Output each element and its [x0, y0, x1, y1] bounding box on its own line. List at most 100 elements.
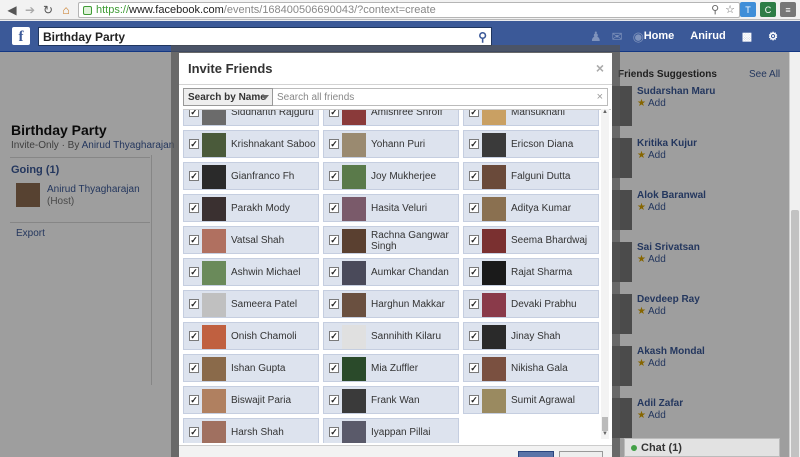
friend-item[interactable]: ✓ Mansukhani	[463, 110, 599, 126]
friend-item[interactable]: ✓ Falguni Dutta	[463, 162, 599, 190]
close-icon[interactable]: ×	[596, 60, 604, 76]
friend-checkbox[interactable]: ✓	[329, 267, 339, 277]
friend-checkbox[interactable]: ✓	[469, 110, 479, 117]
friend-item[interactable]: ✓ Ishan Gupta	[183, 354, 319, 382]
address-bar[interactable]: https:// www.facebook.com /events/168400…	[78, 2, 740, 18]
friend-item[interactable]: ✓ Siddhanth Rajguru	[183, 110, 319, 126]
friend-checkbox[interactable]: ✓	[469, 139, 479, 149]
friend-item[interactable]: ✓ Sumit Agrawal	[463, 386, 599, 414]
friend-checkbox[interactable]: ✓	[469, 203, 479, 213]
friend-item[interactable]: ✓ Sameera Patel	[183, 290, 319, 318]
friend-requests-icon[interactable]: ♟	[590, 29, 602, 45]
friend-name: Sameera Patel	[231, 299, 298, 310]
lock-icon	[83, 5, 92, 15]
friend-checkbox[interactable]: ✓	[189, 203, 199, 213]
notifications-icon[interactable]: ◉	[633, 29, 644, 45]
friend-item[interactable]: ✓ Vatsal Shah	[183, 226, 319, 254]
friend-item[interactable]: ✓ Parakh Mody	[183, 194, 319, 222]
friend-checkbox[interactable]: ✓	[469, 331, 479, 341]
nav-profile[interactable]: Anirud	[690, 30, 725, 43]
friend-item[interactable]: ✓ Mia Zuffler	[323, 354, 459, 382]
friend-checkbox[interactable]: ✓	[329, 110, 339, 117]
menu-icon[interactable]: ≡	[780, 2, 796, 17]
friend-checkbox[interactable]: ✓	[469, 235, 479, 245]
friend-checkbox[interactable]: ✓	[469, 267, 479, 277]
friend-checkbox[interactable]: ✓	[189, 427, 199, 437]
friend-checkbox[interactable]: ✓	[189, 363, 199, 373]
friend-item[interactable]: ✓ Sannihith Kilaru	[323, 322, 459, 350]
friend-item[interactable]: ✓ Rachna Gangwar Singh	[323, 226, 459, 254]
friend-checkbox[interactable]: ✓	[469, 299, 479, 309]
page-scrollbar[interactable]	[789, 52, 800, 457]
messages-icon[interactable]: ✉	[612, 29, 623, 45]
friend-checkbox[interactable]: ✓	[329, 203, 339, 213]
friend-checkbox[interactable]: ✓	[329, 363, 339, 373]
friend-item[interactable]: ✓ Rajat Sharma	[463, 258, 599, 286]
bookmark-star-icon[interactable]: ☆	[725, 3, 735, 16]
forward-icon[interactable]: ➔	[21, 1, 39, 19]
cancel-button[interactable]	[559, 451, 603, 457]
friend-item[interactable]: ✓ Yohann Puri	[323, 130, 459, 158]
friend-item[interactable]: ✓ Frank Wan	[323, 386, 459, 414]
scrollbar-thumb[interactable]	[602, 417, 608, 431]
clear-icon[interactable]: ×	[597, 91, 603, 103]
scrollbar-thumb[interactable]	[791, 210, 799, 457]
friend-checkbox[interactable]: ✓	[189, 331, 199, 341]
save-button[interactable]	[518, 451, 554, 457]
friend-checkbox[interactable]: ✓	[329, 427, 339, 437]
friend-checkbox[interactable]: ✓	[329, 171, 339, 181]
friend-checkbox[interactable]: ✓	[189, 171, 199, 181]
friend-checkbox[interactable]: ✓	[329, 235, 339, 245]
privacy-icon[interactable]: ▩	[742, 30, 752, 43]
friend-item[interactable]: ✓ Biswajit Paria	[183, 386, 319, 414]
friends-scrollbar[interactable]: ▲ ▼	[601, 109, 609, 439]
friend-item[interactable]: ✓ Seema Bhardwaj	[463, 226, 599, 254]
extension-icon[interactable]: C	[760, 2, 776, 17]
friend-search-input[interactable]: Search all friends ×	[273, 88, 608, 106]
scroll-up-icon[interactable]: ▲	[601, 109, 609, 117]
friend-checkbox[interactable]: ✓	[329, 139, 339, 149]
friend-item[interactable]: ✓ Devaki Prabhu	[463, 290, 599, 318]
friend-item[interactable]: ✓ Iyappan Pillai	[323, 418, 459, 443]
friend-item[interactable]: ✓ Hasita Veluri	[323, 194, 459, 222]
friend-checkbox[interactable]: ✓	[189, 395, 199, 405]
friend-checkbox[interactable]: ✓	[329, 299, 339, 309]
chat-bar[interactable]: Chat (1)	[624, 438, 780, 457]
friend-item[interactable]: ✓ Gianfranco Fh	[183, 162, 319, 190]
friend-checkbox[interactable]: ✓	[189, 235, 199, 245]
friend-item[interactable]: ✓ Joy Mukherjee	[323, 162, 459, 190]
search-icon[interactable]: ⚲	[478, 30, 487, 44]
friend-item[interactable]: ✓ Aditya Kumar	[463, 194, 599, 222]
friend-item[interactable]: ✓ Ashwin Michael	[183, 258, 319, 286]
extension-icon[interactable]: T	[740, 2, 756, 17]
nav-home[interactable]: Home	[644, 30, 675, 43]
friend-checkbox[interactable]: ✓	[469, 171, 479, 181]
friend-checkbox[interactable]: ✓	[189, 139, 199, 149]
scroll-down-icon[interactable]: ▼	[601, 431, 609, 439]
friend-item[interactable]: ✓ Amishree Shroff	[323, 110, 459, 126]
friend-checkbox[interactable]: ✓	[469, 363, 479, 373]
friend-item[interactable]: ✓ Ericson Diana	[463, 130, 599, 158]
friend-checkbox[interactable]: ✓	[189, 267, 199, 277]
friend-item[interactable]: ✓ Jinay Shah	[463, 322, 599, 350]
home-icon[interactable]: ⌂	[57, 1, 75, 19]
friend-checkbox[interactable]: ✓	[329, 331, 339, 341]
friend-checkbox[interactable]: ✓	[329, 395, 339, 405]
back-icon[interactable]: ◀	[3, 1, 21, 19]
friend-item[interactable]: ✓ Onish Chamoli	[183, 322, 319, 350]
friend-item[interactable]: ✓ Krishnakant Saboo	[183, 130, 319, 158]
friend-checkbox[interactable]: ✓	[189, 299, 199, 309]
friend-item[interactable]: ✓ Nikisha Gala	[463, 354, 599, 382]
friend-checkbox[interactable]: ✓	[189, 110, 199, 117]
settings-icon[interactable]: ⚙	[768, 30, 778, 43]
friend-item[interactable]: ✓ Aumkar Chandan	[323, 258, 459, 286]
magnifier-icon[interactable]: ⚲	[711, 3, 719, 16]
facebook-logo-icon[interactable]: f	[12, 27, 30, 45]
reload-icon[interactable]: ↻	[39, 1, 57, 19]
friend-item[interactable]: ✓ Harsh Shah	[183, 418, 319, 443]
fb-search-input[interactable]: Birthday Party ⚲	[38, 27, 492, 46]
friend-checkbox[interactable]: ✓	[469, 395, 479, 405]
filter-select[interactable]: Search by Name	[183, 88, 273, 106]
friend-item[interactable]: ✓ Harghun Makkar	[323, 290, 459, 318]
avatar	[202, 110, 226, 125]
